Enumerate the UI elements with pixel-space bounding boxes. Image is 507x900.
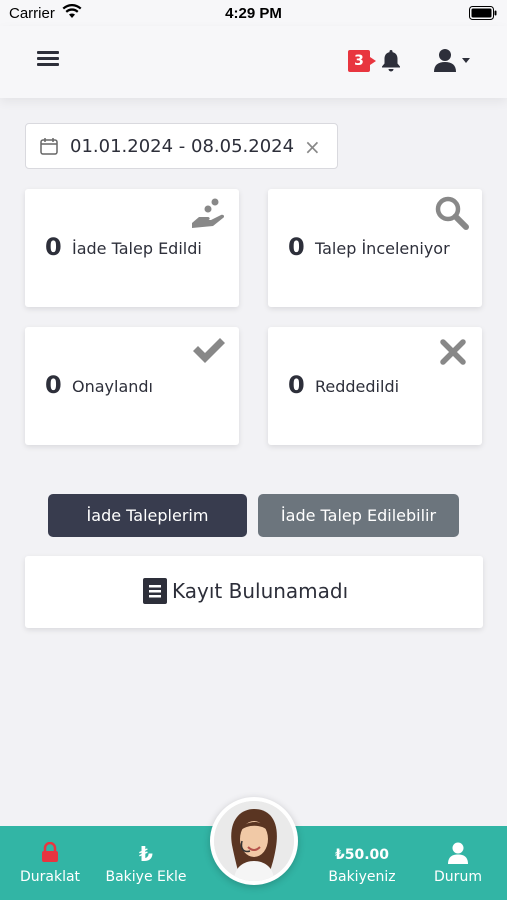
lira-icon: ₺ xyxy=(139,842,153,866)
x-icon xyxy=(440,339,466,369)
nav-balance-label: Bakiyeniz xyxy=(328,869,396,885)
stat-card-rejected: 0 Reddedildi xyxy=(268,327,482,445)
stat-label: Reddedildi xyxy=(315,377,400,396)
stat-card-requested: 0 İade Talep Edildi xyxy=(25,189,239,307)
nav-topup-label: Bakiye Ekle xyxy=(105,869,187,885)
stat-count: 0 xyxy=(288,371,305,399)
clock: 4:29 PM xyxy=(225,5,282,22)
date-range-value: 01.01.2024 - 08.05.2024 xyxy=(70,136,295,157)
hand-coins-icon xyxy=(191,197,227,235)
tab-my-refund-requests[interactable]: İade Taleplerim xyxy=(48,494,247,537)
nav-topup-button[interactable]: ₺ Bakiye Ekle xyxy=(100,826,192,900)
stat-label: İade Talep Edildi xyxy=(72,239,202,258)
stat-label: Talep İnceleniyor xyxy=(315,239,450,258)
empty-state-card: Kayıt Bulunamadı xyxy=(25,556,483,628)
stat-count: 0 xyxy=(45,371,62,399)
nav-status-button[interactable]: Durum xyxy=(420,826,496,900)
balance-amount: ₺50.00 xyxy=(334,847,390,863)
hamburger-icon[interactable] xyxy=(37,51,59,69)
check-icon xyxy=(191,337,227,369)
bell-icon[interactable] xyxy=(380,49,402,73)
empty-state-message: Kayıt Bulunamadı xyxy=(172,579,349,603)
status-bar: Carrier 4:29 PM xyxy=(0,0,507,26)
user-icon xyxy=(420,842,496,864)
user-menu-button[interactable] xyxy=(434,48,474,74)
search-icon xyxy=(434,195,470,235)
notification-badge[interactable]: 3 xyxy=(348,50,376,72)
nav-status-label: Durum xyxy=(434,869,482,885)
nav-pause-button[interactable]: Duraklat xyxy=(10,826,90,900)
stat-count: 0 xyxy=(45,233,62,261)
list-icon xyxy=(143,578,167,608)
support-agent-avatar[interactable] xyxy=(210,797,298,885)
stat-count: 0 xyxy=(288,233,305,261)
lock-icon xyxy=(10,841,90,864)
nav-balance-button[interactable]: ₺50.00 Bakiyeniz xyxy=(320,826,404,900)
nav-pause-label: Duraklat xyxy=(19,869,81,885)
calendar-icon xyxy=(40,137,58,159)
stat-card-reviewing: 0 Talep İnceleniyor xyxy=(268,189,482,307)
clear-date-icon[interactable]: × xyxy=(304,135,321,159)
tab-refundable[interactable]: İade Talep Edilebilir xyxy=(258,494,459,537)
battery-icon xyxy=(469,6,497,24)
stat-label: Onaylandı xyxy=(72,377,153,396)
stat-card-approved: 0 Onaylandı xyxy=(25,327,239,445)
app-header: 3 xyxy=(0,26,507,98)
date-range-picker[interactable]: 01.01.2024 - 08.05.2024 × xyxy=(25,123,338,169)
